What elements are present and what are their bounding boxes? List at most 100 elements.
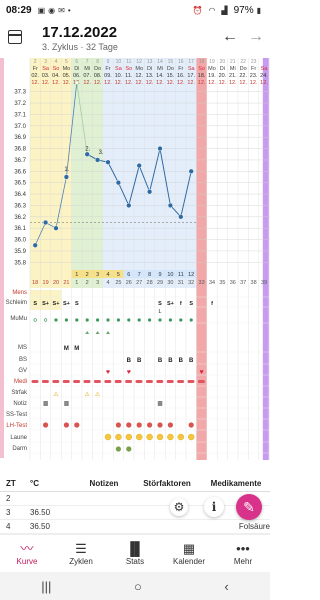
temp-point [94,157,101,163]
arrow-right-icon[interactable]: → [248,28,264,46]
day-number: 13 [147,59,153,65]
cycle-day-label: 4 [106,280,109,286]
month-label: 12. [167,80,175,86]
month-label: 12. [177,80,185,86]
weekday-label: Do [240,66,247,72]
page-title: 17.12.2022 [42,24,118,41]
nav-stats[interactable]: ▐▌ Stats [108,535,162,572]
col-header: Störfaktoren [143,479,191,488]
mood-icon [177,433,185,441]
month-label: 12. [250,80,258,86]
weekday-label: Mi [157,66,163,72]
cycle-day-label: 1 [75,280,78,286]
row-label: Medi [14,379,27,385]
nav-label: Kalender [172,557,206,566]
cycle-day-label: 34 [209,280,215,286]
luteal-zone [102,58,197,288]
date-label: 20. [219,73,227,79]
table-row[interactable]: 3 36.50 Fo [0,506,270,520]
row-label: Laune [10,435,27,441]
fertile-zone [71,58,103,288]
ms-mark: M [64,346,69,352]
cycle-day-number: 10 [167,272,173,278]
cycle-day-number: 5 [117,272,120,278]
date-label: 19. [208,73,216,79]
weekday-label: Do [94,66,101,72]
heart-icon: ♥ [200,369,204,376]
pill-icon [187,380,195,383]
weekday-label: So [125,66,132,72]
nav-kalender[interactable]: ▦ Kalender [162,535,216,572]
pill-icon [52,380,60,383]
day-number: 4 [55,59,58,65]
cycle-day-label: 19 [43,280,49,286]
day-number: 10 [116,59,122,65]
mood-icon [115,433,122,441]
ms-mark: M [74,346,79,352]
day-number: 15 [168,59,174,65]
edit-button[interactable]: ✎ [236,494,262,520]
info-button[interactable]: i [204,497,224,517]
mucus-mark: S [33,301,37,307]
cycle-day-number: 2 [86,272,89,278]
day-number: 6 [75,59,78,65]
calendar-icon[interactable] [8,30,22,44]
date-label: 23. [250,73,258,79]
recents-icon[interactable]: ||| [41,579,51,594]
date-label: 21. [229,73,237,79]
home-icon[interactable]: ○ [134,579,142,594]
mucus-mark: S+ [63,301,70,307]
month-label: 12. [208,80,216,86]
date-label: 17. [187,73,195,79]
lh-test-icon [157,422,163,428]
temp-point [105,159,111,165]
temp-axis-label: 37.0 [14,124,26,130]
date-label: 08. [94,73,102,79]
mucus-mark: S+ [53,301,60,307]
temp-point [136,162,142,169]
temp-point [178,214,184,220]
table-row[interactable]: 4 36.50 Folsäure [0,520,270,534]
nav-zyklen[interactable]: ☰ Zyklen [54,535,108,572]
weekday-label: Mo [63,66,71,72]
pill-icon [197,380,205,383]
temp-point [53,225,59,231]
cervix-mark [85,331,90,334]
temp-axis-label: 35.8 [14,260,26,266]
day-number: 22 [240,59,246,65]
date-label: 05. [63,73,71,79]
temp-axis-label: 36.9 [14,135,26,141]
nav-kurve[interactable]: 〰 Kurve [0,535,54,572]
month-label: 12. [146,80,154,86]
gear-icon[interactable]: ⚙ [170,498,188,516]
mucus-mark: f [211,301,213,307]
nav-label: Kurve [16,557,38,566]
cell-temp: 36.50 [30,508,51,517]
notification-icon: • [67,5,71,15]
back-icon[interactable]: ‹ [224,579,228,594]
date-label: 09. [104,73,112,79]
cervix-mark [189,318,193,322]
temperature-chart[interactable]: 2 3 4 5 6 7 8 9 10 11 12 13 14 15 16 17 18 19 20 21 22 23Fr Sa… [0,58,270,460]
weekday-label: Mo [208,66,216,72]
mood-icon [104,433,112,441]
day-number: 23 [251,59,257,65]
table-row[interactable]: 2 [0,492,270,506]
mucus-mark: S [75,301,79,307]
temp-point [63,174,70,180]
temp-axis-label: 36.4 [14,192,26,198]
cycle-day-label: 28 [147,280,153,286]
nav-mehr[interactable]: ••• Mehr [216,535,270,572]
weekday-label: So [53,66,60,72]
weekday-label: Fr [178,66,183,72]
battery-level: 97% [233,4,254,16]
mood-icon [156,433,164,441]
temp-point [115,180,122,186]
curve-icon: 〰 [20,541,34,556]
cell-med: Folsäure [238,522,270,531]
arrow-left-icon[interactable]: ← [222,28,238,46]
pill-icon [114,380,122,383]
cervix-mark [106,331,110,334]
weekday-label: So [198,66,205,72]
mood-icon [167,433,174,441]
